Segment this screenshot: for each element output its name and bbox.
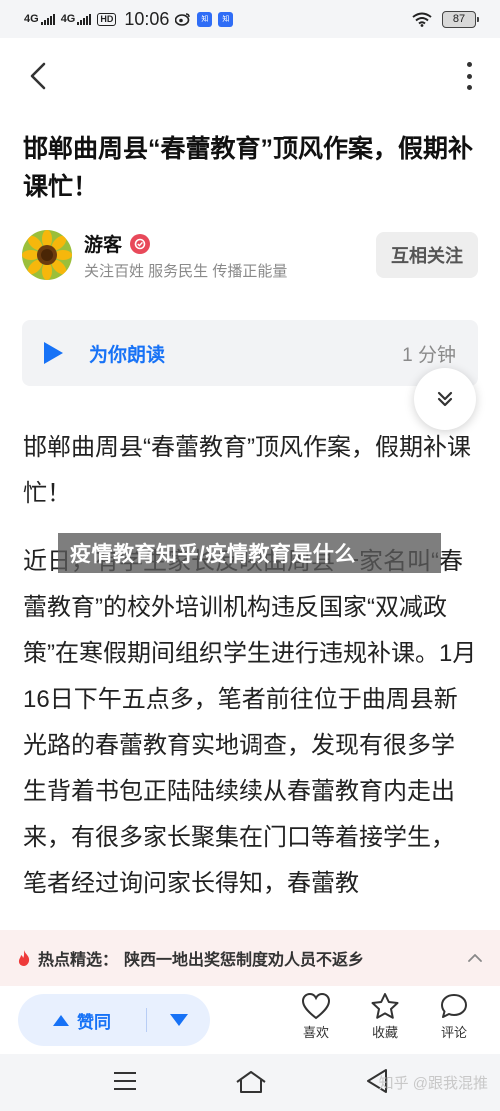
comment-bubble-icon [441, 994, 467, 1018]
signal-bars-icon [77, 14, 92, 25]
cellular-signal-1: 4G [24, 13, 55, 25]
heart-icon [301, 992, 331, 1020]
like-button[interactable]: 喜欢 [291, 992, 341, 1041]
clock: 10:06 [124, 8, 170, 29]
avatar[interactable] [22, 230, 72, 280]
like-label: 喜欢 [302, 1025, 329, 1040]
vote-pill: 赞同 [18, 994, 210, 1046]
more-dots-icon [466, 62, 472, 67]
status-right: 87 [412, 10, 479, 28]
weibo-icon [175, 13, 191, 26]
status-left: 4G 4G HD 10:06 知 知 [24, 8, 234, 30]
sunflower-avatar-icon [22, 230, 72, 280]
comment-button[interactable]: 评论 [429, 992, 479, 1041]
zhihu-notify-icon: 知 [197, 11, 213, 27]
action-bar: 赞同 喜欢 收藏 评论 [0, 986, 500, 1054]
home-icon[interactable] [235, 1070, 267, 1094]
zhihu-notify-icon-2: 知 [218, 11, 234, 27]
hot-picks-headline[interactable]: 陕西一地出奖惩制度劝人员不返乡 [124, 946, 364, 970]
status-bar: 4G 4G HD 10:06 知 知 87 [0, 0, 500, 38]
fire-icon [18, 950, 30, 966]
chevron-up-icon[interactable] [468, 953, 482, 963]
collapse-button[interactable] [414, 368, 476, 430]
article-body: 邯郸曲周县“春蕾教育”顶风作案，假期补课忙！ 近日，有学生家长反映曲周县一家名叫… [23, 425, 478, 930]
upvote-label: 赞同 [77, 1012, 111, 1032]
upvote-button[interactable]: 赞同 [18, 994, 146, 1046]
watermark: 知乎 @跟我混推 [378, 1075, 488, 1092]
signal-bars-icon [40, 14, 55, 25]
back-button[interactable] [26, 60, 50, 92]
downvote-button[interactable] [147, 994, 210, 1046]
menu-icon[interactable] [114, 1072, 136, 1090]
author-name-row[interactable]: 游客 [84, 230, 151, 257]
read-aloud-bar[interactable]: 为你朗读 1 分钟 [22, 320, 478, 386]
wifi-icon [412, 12, 432, 27]
hd-badge: HD [97, 12, 117, 26]
star-icon [371, 993, 399, 1019]
collect-button[interactable]: 收藏 [360, 992, 410, 1041]
more-dots-icon [466, 85, 472, 90]
article-paragraph: 近日，有学生家长反映曲周县一家名叫“春蕾教育”的校外培训机构违反国家“双减政策”… [23, 548, 477, 897]
more-options-button[interactable] [464, 62, 474, 90]
cellular-signal-2: 4G [61, 13, 92, 25]
network-type-2: 4G [60, 13, 76, 25]
downvote-arrow-icon [169, 1014, 188, 1026]
battery-indicator: 87 [442, 10, 479, 28]
article-title: 邯郸曲周县“春蕾教育”顶风作案，假期补课忙！ [23, 135, 474, 201]
double-chevron-down-icon [437, 391, 453, 407]
article-paragraph: 邯郸曲周县“春蕾教育”顶风作案，假期补课忙！ [23, 434, 471, 507]
upvote-arrow-icon [53, 1014, 69, 1026]
play-icon [44, 342, 63, 364]
read-aloud-label: 为你朗读 [89, 344, 166, 366]
read-duration: 1 分钟 [402, 344, 456, 366]
hot-picks-bar[interactable]: 热点精选： 陕西一地出奖惩制度劝人员不返乡 [0, 930, 500, 986]
author-bio: 关注百姓 服务民生 传播正能量 [84, 263, 288, 280]
follow-button[interactable]: 互相关注 [376, 232, 478, 278]
top-nav [0, 50, 500, 102]
network-type-1: 4G [24, 13, 39, 25]
verified-badge-icon [130, 233, 151, 254]
overlay-banner: 疫情教育知乎/疫情教育是什么 [58, 533, 441, 573]
back-arrow-icon [30, 62, 46, 90]
more-dots-icon [466, 73, 472, 79]
comment-label: 评论 [440, 1025, 467, 1040]
hot-picks-label: 热点精选： [38, 952, 119, 969]
system-nav-bar: 知乎 @跟我混推 [0, 1054, 500, 1111]
author-name[interactable]: 游客 [84, 230, 122, 257]
collect-label: 收藏 [371, 1025, 398, 1040]
